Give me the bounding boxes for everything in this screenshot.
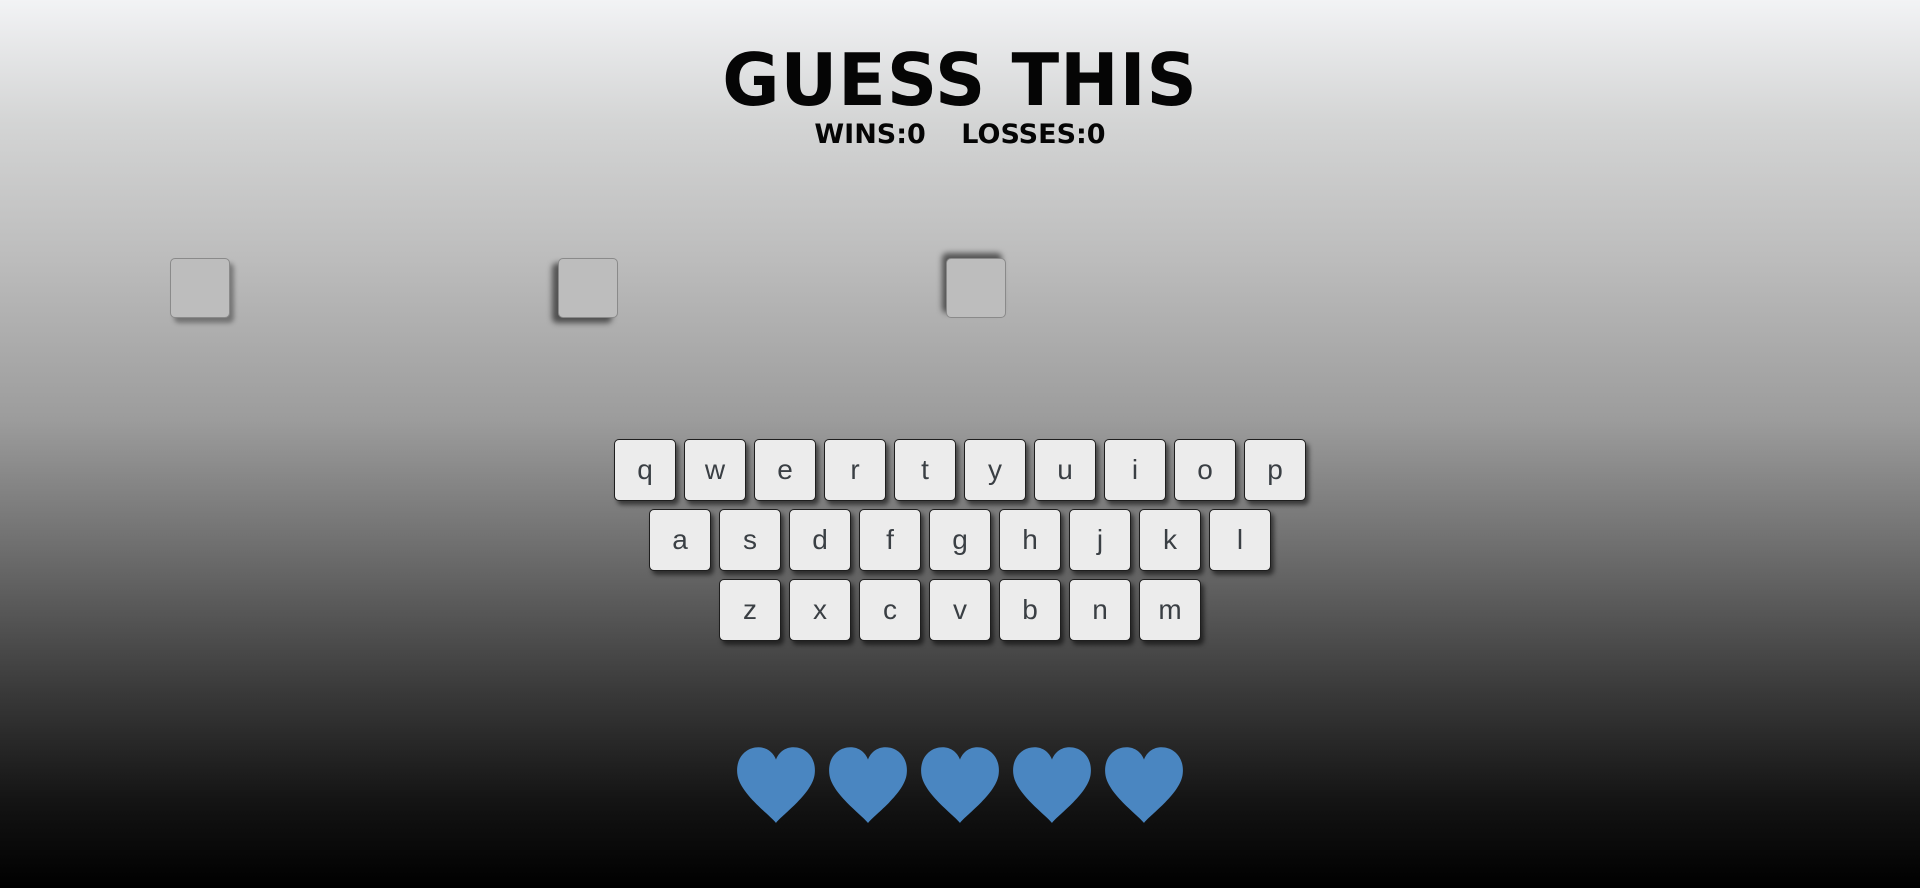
- heart-icon: [916, 742, 1004, 830]
- lives-display: [0, 742, 1920, 830]
- letter-tile: [170, 258, 230, 318]
- letter-tile: [946, 258, 1006, 318]
- heart-icon: [1100, 742, 1188, 830]
- key-r[interactable]: r: [824, 439, 886, 501]
- heart-icon: [824, 742, 912, 830]
- key-s[interactable]: s: [719, 509, 781, 571]
- key-d[interactable]: d: [789, 509, 851, 571]
- key-g[interactable]: g: [929, 509, 991, 571]
- key-w[interactable]: w: [684, 439, 746, 501]
- game-header: GUESS THIS WINS:0 LOSSES:0: [0, 32, 1920, 152]
- key-t[interactable]: t: [894, 439, 956, 501]
- on-screen-keyboard: q w e r t y u i o p a s d f g h j k l z …: [0, 439, 1920, 649]
- key-a[interactable]: a: [649, 509, 711, 571]
- key-q[interactable]: q: [614, 439, 676, 501]
- key-b[interactable]: b: [999, 579, 1061, 641]
- key-n[interactable]: n: [1069, 579, 1131, 641]
- heart-icon: [1008, 742, 1096, 830]
- heart-icon: [732, 742, 820, 830]
- key-f[interactable]: f: [859, 509, 921, 571]
- key-o[interactable]: o: [1174, 439, 1236, 501]
- key-c[interactable]: c: [859, 579, 921, 641]
- key-u[interactable]: u: [1034, 439, 1096, 501]
- game-title: GUESS THIS: [722, 38, 1198, 122]
- key-j[interactable]: j: [1069, 509, 1131, 571]
- key-z[interactable]: z: [719, 579, 781, 641]
- key-e[interactable]: e: [754, 439, 816, 501]
- key-y[interactable]: y: [964, 439, 1026, 501]
- key-h[interactable]: h: [999, 509, 1061, 571]
- key-p[interactable]: p: [1244, 439, 1306, 501]
- keyboard-row-3: z x c v b n m: [0, 579, 1920, 641]
- key-k[interactable]: k: [1139, 509, 1201, 571]
- keyboard-row-1: q w e r t y u i o p: [0, 439, 1920, 501]
- key-i[interactable]: i: [1104, 439, 1166, 501]
- key-l[interactable]: l: [1209, 509, 1271, 571]
- letter-tile: [558, 258, 618, 318]
- key-m[interactable]: m: [1139, 579, 1201, 641]
- keyboard-row-2: a s d f g h j k l: [0, 509, 1920, 571]
- key-x[interactable]: x: [789, 579, 851, 641]
- key-v[interactable]: v: [929, 579, 991, 641]
